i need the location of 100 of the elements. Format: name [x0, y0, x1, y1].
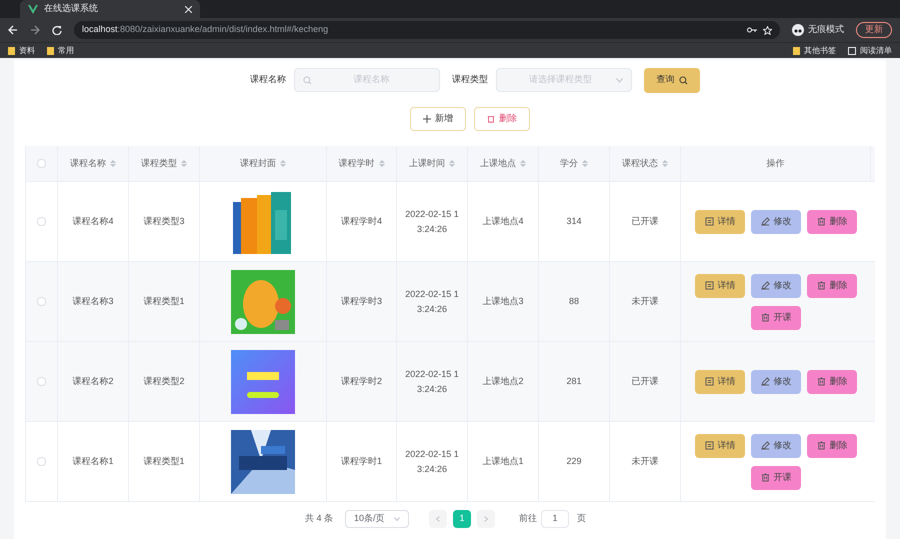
table-cell-text: 课程类型1: [143, 454, 184, 468]
column-header-cell[interactable]: 上课时间: [397, 146, 468, 181]
delete-button[interactable]: 删除: [807, 274, 857, 298]
field-label: 课程名称: [250, 73, 286, 86]
column-header-cell[interactable]: 上课地点: [468, 146, 539, 181]
table-cell-text: 课程学时3: [340, 294, 382, 308]
table-cell-text: 281: [566, 374, 582, 388]
table-cell-text: 上课地点4: [482, 214, 524, 228]
column-header: 课程名称: [70, 156, 106, 170]
bookmark-item[interactable]: 资料: [8, 44, 35, 56]
sort-icon[interactable]: [181, 159, 187, 168]
checkbox[interactable]: [37, 159, 46, 168]
open-course-button[interactable]: 开课: [751, 306, 801, 330]
detail-button[interactable]: 详情: [695, 370, 745, 394]
search-icon: [678, 76, 688, 84]
document-icon: [704, 441, 714, 450]
table-cell-text: 课程学时2: [340, 374, 382, 388]
trash-icon: [760, 313, 770, 322]
bookmark-item[interactable]: 常用: [47, 44, 74, 56]
column-header: 学分: [560, 156, 578, 170]
pencil-icon: [760, 217, 770, 226]
goto-label: 前往: [519, 512, 538, 526]
delete-button[interactable]: 删除: [807, 370, 857, 394]
document-icon: [704, 217, 714, 226]
column-header-cell[interactable]: 课程名称: [58, 146, 129, 181]
sort-icon[interactable]: [662, 159, 668, 168]
sort-icon[interactable]: [378, 159, 384, 168]
document-icon: [704, 281, 714, 290]
column-header-cell[interactable]: 课程类型: [129, 146, 200, 181]
detail-button[interactable]: 详情: [695, 434, 745, 458]
browser-tab[interactable]: 在线选课系统: [20, 0, 200, 18]
checkbox[interactable]: [37, 377, 46, 386]
open-course-button[interactable]: 开课: [751, 466, 801, 490]
column-header-cell[interactable]: 操作: [681, 146, 871, 181]
page-unit: 页: [577, 512, 586, 526]
url-field[interactable]: localhost:8080/zaixianxuanke/admin/dist/index.html#/kecheng: [74, 21, 780, 39]
column-header-cell[interactable]: 学分: [539, 146, 610, 181]
delete-button[interactable]: 删除: [807, 434, 857, 458]
total-count: 共 4 条: [305, 512, 334, 526]
edit-button[interactable]: 修改: [751, 370, 801, 394]
batch-delete-button[interactable]: 删除: [474, 107, 530, 131]
edit-button[interactable]: 修改: [751, 274, 801, 298]
url-text: localhost:8080/zaixianxuanke/admin/dist/index.html#/kecheng: [82, 23, 328, 36]
edit-button[interactable]: 修改: [751, 210, 801, 234]
column-header-cell[interactable]: 课程学时: [327, 146, 397, 181]
add-button[interactable]: 新增: [410, 107, 466, 131]
trash-icon: [760, 473, 770, 482]
checkbox[interactable]: [37, 457, 46, 466]
column-header-cell[interactable]: 课程状态: [610, 146, 681, 181]
sort-icon[interactable]: [520, 159, 526, 168]
table-cell-text: 已开课: [632, 374, 658, 388]
key-icon[interactable]: [747, 27, 757, 33]
column-header: 课程封面: [240, 156, 276, 170]
star-icon[interactable]: [763, 26, 772, 34]
close-icon[interactable]: [185, 6, 192, 12]
sort-icon[interactable]: [110, 159, 116, 168]
table-cell-text: 已开课: [632, 214, 658, 228]
update-button[interactable]: 更新: [856, 22, 892, 38]
bookmark-item[interactable]: 其他书签: [793, 44, 836, 56]
sort-icon[interactable]: [582, 159, 588, 168]
sort-icon[interactable]: [449, 159, 455, 168]
bookmark-item[interactable]: 阅读清单: [848, 44, 892, 56]
back-arrow-icon[interactable]: [8, 25, 18, 35]
page-size-select[interactable]: 10条/页: [345, 510, 410, 528]
column-header: 上课时间: [409, 156, 445, 170]
table-cell-text: 2022-02-15 13:24:26: [404, 368, 460, 396]
table-cell-text: 课程学时4: [340, 214, 382, 228]
column-header: 课程学时: [338, 156, 374, 170]
trash-icon: [487, 115, 495, 123]
next-page-button[interactable]: [477, 510, 496, 528]
table-cell-text: 314: [566, 214, 582, 228]
reload-icon[interactable]: [52, 25, 62, 35]
column-header-cell[interactable]: 课程封面: [200, 146, 327, 181]
table-cell-text: 未开课: [632, 454, 658, 468]
checkbox[interactable]: [37, 217, 46, 226]
table-cell-text: 2022-02-15 13:24:26: [404, 288, 460, 316]
column-header: 操作: [766, 156, 784, 170]
column-header: 上课地点: [480, 156, 516, 170]
document-icon: [704, 377, 714, 386]
edit-button[interactable]: 修改: [751, 434, 801, 458]
forward-arrow-icon[interactable]: [30, 25, 40, 35]
detail-button[interactable]: 详情: [695, 274, 745, 298]
table-cell-text: 课程名称4: [72, 214, 114, 228]
query-button[interactable]: 查询: [644, 68, 700, 92]
delete-button[interactable]: 删除: [807, 210, 857, 234]
field-label: 课程类型: [452, 73, 488, 86]
checkbox[interactable]: [37, 297, 46, 306]
table-cell-text: 课程名称2: [72, 374, 114, 388]
incognito-icon: [792, 24, 804, 36]
folder-icon: [47, 46, 54, 54]
list-icon: [848, 46, 856, 54]
sort-icon[interactable]: [280, 159, 286, 168]
table-cell-text: 上课地点3: [482, 294, 524, 308]
table-cell-text: 课程类型3: [143, 214, 184, 228]
previous-page-button[interactable]: [429, 510, 448, 528]
incognito-badge[interactable]: 无痕模式: [792, 23, 844, 37]
tab-title: 在线选课系统: [44, 2, 99, 16]
detail-button[interactable]: 详情: [695, 210, 745, 234]
table-cell-text: 课程类型1: [143, 294, 184, 308]
goto-page-field[interactable]: 1: [541, 510, 570, 528]
